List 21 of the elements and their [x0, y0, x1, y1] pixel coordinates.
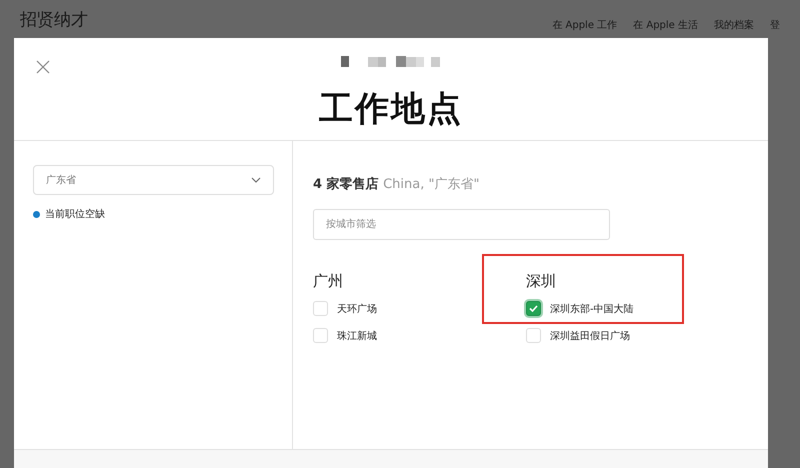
province-select[interactable]: 广东省 [33, 165, 274, 195]
close-button[interactable] [34, 58, 52, 76]
site-title: 招贤纳才 [20, 9, 88, 31]
city-heading: 广州 [313, 272, 344, 291]
store-label: 天环广场 [337, 302, 377, 316]
check-icon [529, 305, 538, 312]
nav-link[interactable]: 在 Apple 工作 [552, 18, 618, 32]
dialog-title: 工作地点 [319, 88, 463, 131]
nav-link[interactable]: 我的档案 [714, 18, 754, 32]
store-label: 珠江新城 [337, 330, 377, 342]
results-summary: 4 家零售店 China, "广东省" [313, 176, 480, 193]
store-label: 深圳益田假日广场 [550, 330, 630, 342]
store-label: 深圳东部-中国大陆 [550, 302, 634, 316]
close-icon [34, 58, 52, 76]
chevron-down-icon [251, 177, 261, 183]
legend-label: 当前职位空缺 [45, 208, 105, 221]
nav-link[interactable]: 登 [770, 18, 780, 32]
city-filter-field[interactable]: 按城市筛选 [313, 209, 610, 240]
nav-link[interactable]: 在 Apple 生活 [633, 18, 698, 32]
city-heading: 深圳 [526, 272, 557, 291]
checkbox[interactable] [526, 301, 541, 316]
